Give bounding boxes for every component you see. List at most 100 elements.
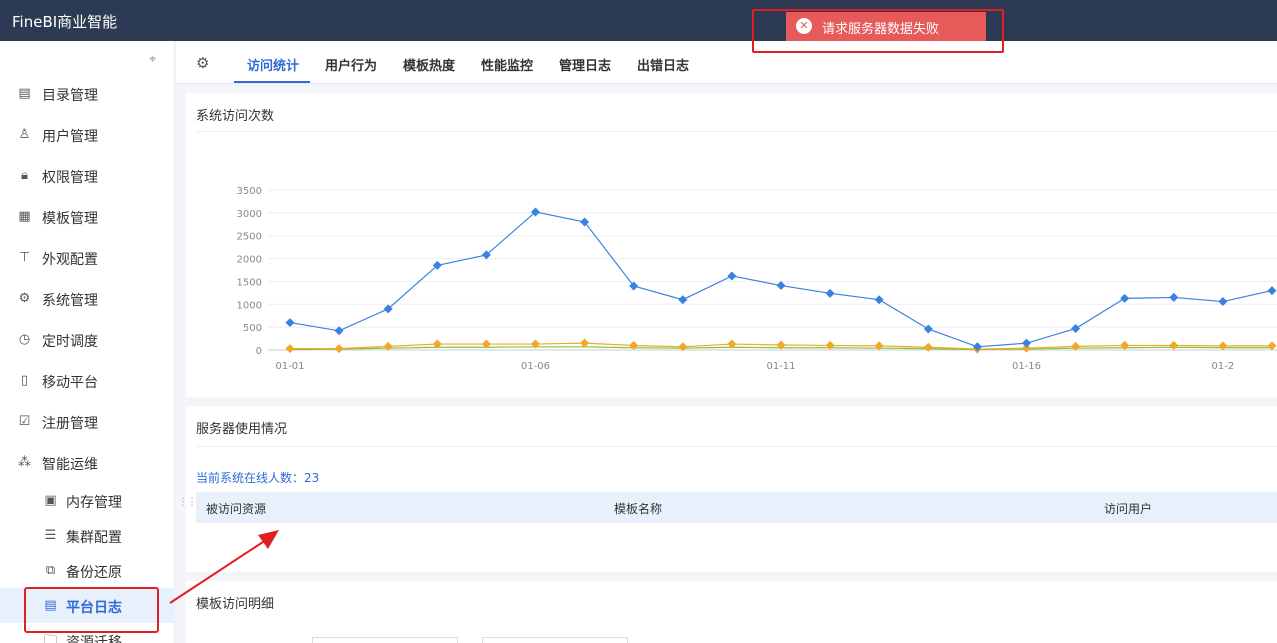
active-tab-indicator [234,81,310,83]
data-point [1267,286,1277,296]
sidebar-item-label: 注册管理 [42,416,98,432]
online-users-count: 当前系统在线人数：23 [196,471,320,485]
server-usage-card: 服务器使用情况 当前系统在线人数：23 被访问资源 模板名称 访问用户 [186,406,1277,572]
clock-icon: ◷ [18,332,31,347]
end-date-input[interactable] [482,637,628,643]
tab-visit-stats[interactable]: 访问统计 [247,55,299,74]
sidebar-item-register[interactable]: ☑ 注册管理 [0,401,175,442]
pin-icon[interactable]: ⌖ [149,52,156,67]
sidebar-item-label: 模板管理 [42,211,98,227]
data-point [383,341,393,351]
data-point [874,341,884,351]
tab-user-behavior[interactable]: 用户行为 [325,55,377,74]
data-point [825,288,835,298]
sidebar-subitem-label: 备份还原 [66,565,122,581]
sidebar: ⌖ ▤ 目录管理 ♙ 用户管理 🔒︎ 权限管理 ▦ 模板管理 ⊤ 外观配置 ⚙ … [0,41,175,643]
backup-icon: ⧉ [45,563,56,578]
sidebar-item-catalog[interactable]: ▤ 目录管理 [0,73,175,114]
sidebar-item-label: 系统管理 [42,293,98,309]
x-tick-label: 01-16 [1012,361,1041,372]
data-point [285,318,295,328]
data-point [285,344,295,354]
sidebar-subitem-label: 集群配置 [66,530,122,546]
tab-error-log[interactable]: 出错日志 [637,55,689,74]
sidebar-subitem-label: 内存管理 [66,495,122,511]
divider [196,446,1277,447]
sidebar-subitem-cluster[interactable]: ☰ 集群配置 [0,518,175,553]
y-tick-label: 3000 [237,209,262,220]
lock-icon: 🔒︎ [21,168,28,183]
sidebar-item-mobile[interactable]: ▯ 移动平台 [0,360,175,401]
column-header-template[interactable]: 模板名称 [614,500,662,517]
register-icon: ☑ [18,414,31,429]
template-detail-card: 模板访问明细 [186,581,1277,643]
sidebar-item-appearance[interactable]: ⊤ 外观配置 [0,237,175,278]
start-date-input[interactable] [312,637,458,643]
column-header-user[interactable]: 访问用户 [1104,500,1152,517]
sidebar-item-label: 用户管理 [42,129,98,145]
y-tick-label: 1000 [237,300,262,311]
y-tick-label: 2500 [237,232,262,243]
sidebar-item-system[interactable]: ⚙ 系统管理 [0,278,175,319]
sidebar-item-label: 智能运维 [42,457,98,473]
tab-template-heat[interactable]: 模板热度 [403,55,455,74]
folder-icon: 🗀︎ [43,633,57,643]
visits-card: 系统访问次数 0 500 1000 1500 2000 2500 3000 3500 01-01… [186,93,1277,397]
highlight-box-toast [752,9,1004,53]
tab-performance[interactable]: 性能监控 [481,55,533,74]
x-tick-label: 01-11 [766,361,795,372]
x-tick-label: 01-01 [275,361,304,372]
tab-admin-log[interactable]: 管理日志 [559,55,611,74]
column-header-resource[interactable]: 被访问资源 [206,500,266,517]
template-icon: ▦ [18,209,31,224]
data-point [1169,340,1179,350]
highlight-box-active-item [24,587,159,633]
sidebar-item-label: 定时调度 [42,334,98,350]
sidebar-subitem-backup[interactable]: ⧉ 备份还原 [0,553,175,588]
sidebar-subitem-memory[interactable]: ▣ 内存管理 [0,483,175,518]
sidebar-item-users[interactable]: ♙ 用户管理 [0,114,175,155]
tab-bar: ⚙ 访问统计 用户行为 模板热度 性能监控 管理日志 出错日志 [176,41,1277,84]
data-point [1071,341,1081,351]
gear-icon: ⚙ [18,291,31,306]
mobile-icon: ▯ [20,373,29,388]
sidebar-item-label: 外观配置 [42,252,98,268]
data-point [1218,341,1228,351]
sidebar-item-label: 权限管理 [42,170,98,186]
y-tick-label: 3500 [237,186,262,197]
data-point [334,326,344,336]
data-point [1120,340,1130,350]
memory-icon: ▣ [44,493,57,508]
catalog-icon: ▤ [18,86,31,101]
sidebar-item-templates[interactable]: ▦ 模板管理 [0,196,175,237]
resize-handle[interactable]: ⋮⋮ [178,497,197,508]
data-point [874,295,884,305]
data-point [629,340,639,350]
data-point [825,340,835,350]
data-point [923,324,933,334]
sidebar-item-ops[interactable]: ⁂ 智能运维 [0,442,175,483]
x-tick-label: 01-06 [521,361,550,372]
y-tick-label: 1500 [237,277,262,288]
data-point [1022,338,1031,348]
data-point [1267,341,1277,351]
y-tick-label: 2000 [237,255,262,266]
paint-roller-icon: ⊤ [18,250,31,265]
sidebar-item-label: 移动平台 [42,375,98,391]
top-bar: FineBI商业智能 [0,0,1277,41]
y-tick-label: 500 [243,323,262,334]
user-icon: ♙ [18,127,31,142]
series-line [289,211,1273,348]
data-point [678,295,688,305]
data-point [334,344,344,354]
data-point [1169,292,1179,302]
data-point [776,281,786,291]
visits-line-chart: 0 500 1000 1500 2000 2500 3000 3500 01-01 01-06 01… [237,186,1277,372]
settings-icon[interactable]: ⚙ [196,54,209,72]
y-tick-label: 0 [256,346,262,357]
sidebar-item-permissions[interactable]: 🔒︎ 权限管理 [0,155,175,196]
data-point [1071,324,1081,334]
sidebar-item-schedule[interactable]: ◷ 定时调度 [0,319,175,360]
server-usage-title: 服务器使用情况 [196,422,288,437]
x-tick-label: 01-2 [1212,361,1235,372]
